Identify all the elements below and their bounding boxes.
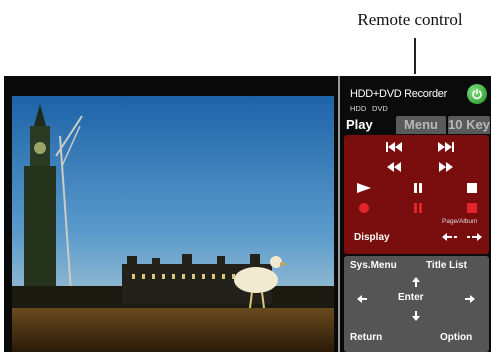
playback-controls: Page/Album Display [344,135,489,254]
return-button[interactable]: Return [350,332,382,343]
record-button[interactable] [354,201,374,215]
enter-button[interactable]: Enter [398,292,424,303]
source-dvd-button[interactable]: DVD [372,104,388,113]
right-arrow-button[interactable] [462,293,478,305]
arrow-right-nav-icon [465,295,475,303]
rewind-icon [387,162,401,172]
callout-leader-line [414,38,416,74]
tab-10-key[interactable]: 10 Key [448,116,490,134]
skip-previous-icon [386,142,402,152]
power-icon [472,89,482,100]
next-chapter-button[interactable] [436,141,456,153]
down-arrow-button[interactable] [408,310,424,322]
record-icon [359,203,369,213]
option-button[interactable]: Option [440,332,472,343]
page-album-label: Page/Album [442,218,478,225]
arrow-down-icon [412,311,420,321]
arrow-left-icon [442,233,457,241]
arrow-up-icon [412,277,420,287]
record-stop-icon [467,203,477,213]
fast-forward-icon [439,162,453,172]
up-arrow-button[interactable] [408,276,424,288]
previous-chapter-button[interactable] [384,141,404,153]
arrow-left-nav-icon [357,295,367,303]
video-screen [4,76,341,352]
tab-menu[interactable]: Menu [396,116,446,134]
arrow-right-icon [467,233,482,241]
video-preview-image [12,96,334,352]
page-back-button[interactable] [440,231,460,243]
left-arrow-button[interactable] [354,293,370,305]
pause-button[interactable] [408,181,428,195]
pause-icon [414,183,422,193]
sys-menu-button[interactable]: Sys.Menu [350,260,397,271]
rewind-button[interactable] [384,161,404,173]
remote-tabs: Play Menu 10 Key [344,116,491,134]
stop-button[interactable] [462,181,482,195]
skip-next-icon [438,142,454,152]
power-button[interactable] [467,84,487,104]
record-pause-icon [414,203,422,213]
display-button[interactable]: Display [354,232,390,243]
remote-title: HDD+DVD Recorder [350,88,447,100]
remote-control-callout-label: Remote control [357,10,463,29]
play-icon [357,183,371,193]
navigation-controls: Sys.Menu Title List Enter Return Option [344,256,489,352]
remote-control-panel: HDD+DVD Recorder HDD DVD Play Menu 10 Ke… [338,76,491,352]
play-button[interactable] [354,181,374,195]
fast-forward-button[interactable] [436,161,456,173]
record-pause-button[interactable] [408,201,428,215]
stop-icon [467,183,477,193]
title-list-button[interactable]: Title List [426,260,467,271]
record-stop-button[interactable] [462,201,482,215]
tab-play[interactable]: Play [346,116,373,134]
remote-header: HDD+DVD Recorder HDD DVD [344,82,489,114]
source-hdd-button[interactable]: HDD [350,104,366,113]
page-forward-button[interactable] [464,231,484,243]
